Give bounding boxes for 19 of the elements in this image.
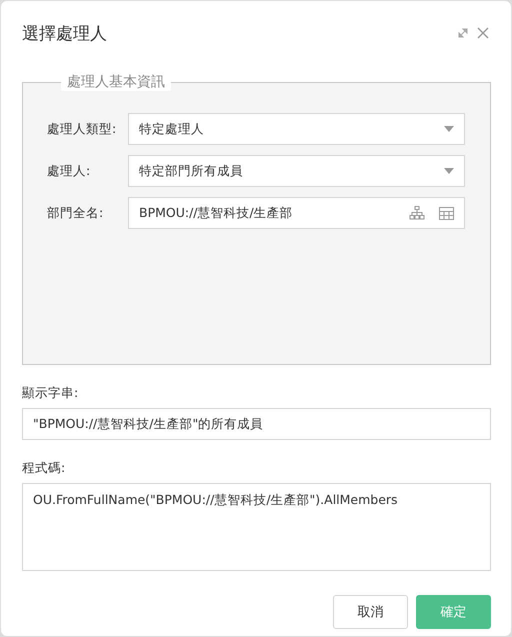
code-field[interactable]: OU.FromFullName("BPMOU://慧智科技/生產部").AllMembers [22, 483, 491, 571]
org-chart-icon[interactable] [409, 206, 425, 220]
field-label: 處理人類型: [47, 120, 118, 138]
input-field[interactable]: "BPMOU://慧智科技/生產部"的所有成員 [22, 408, 491, 440]
field-label: 處理人: [47, 162, 92, 180]
dropdown-field[interactable]: 特定處理人 [128, 113, 465, 145]
field-label: 部門全名: [47, 204, 104, 222]
dialog-title: 選擇處理人 [22, 22, 107, 44]
dropdown-caret-icon[interactable] [444, 126, 454, 132]
input-field[interactable]: BPMOU://慧智科技/生產部 [128, 197, 465, 229]
field-label: 程式碼: [22, 460, 66, 477]
panel-legend: 處理人基本資訊 [61, 73, 171, 91]
table-icon[interactable] [439, 206, 454, 220]
dropdown-caret-icon[interactable] [444, 168, 454, 174]
dropdown-field[interactable]: 特定部門所有成員 [128, 155, 465, 187]
expand-icon[interactable] [457, 27, 469, 39]
close-icon[interactable] [477, 27, 489, 39]
cancel-button[interactable]: 取消 [333, 595, 408, 629]
field-label: 顯示字串: [22, 385, 80, 402]
